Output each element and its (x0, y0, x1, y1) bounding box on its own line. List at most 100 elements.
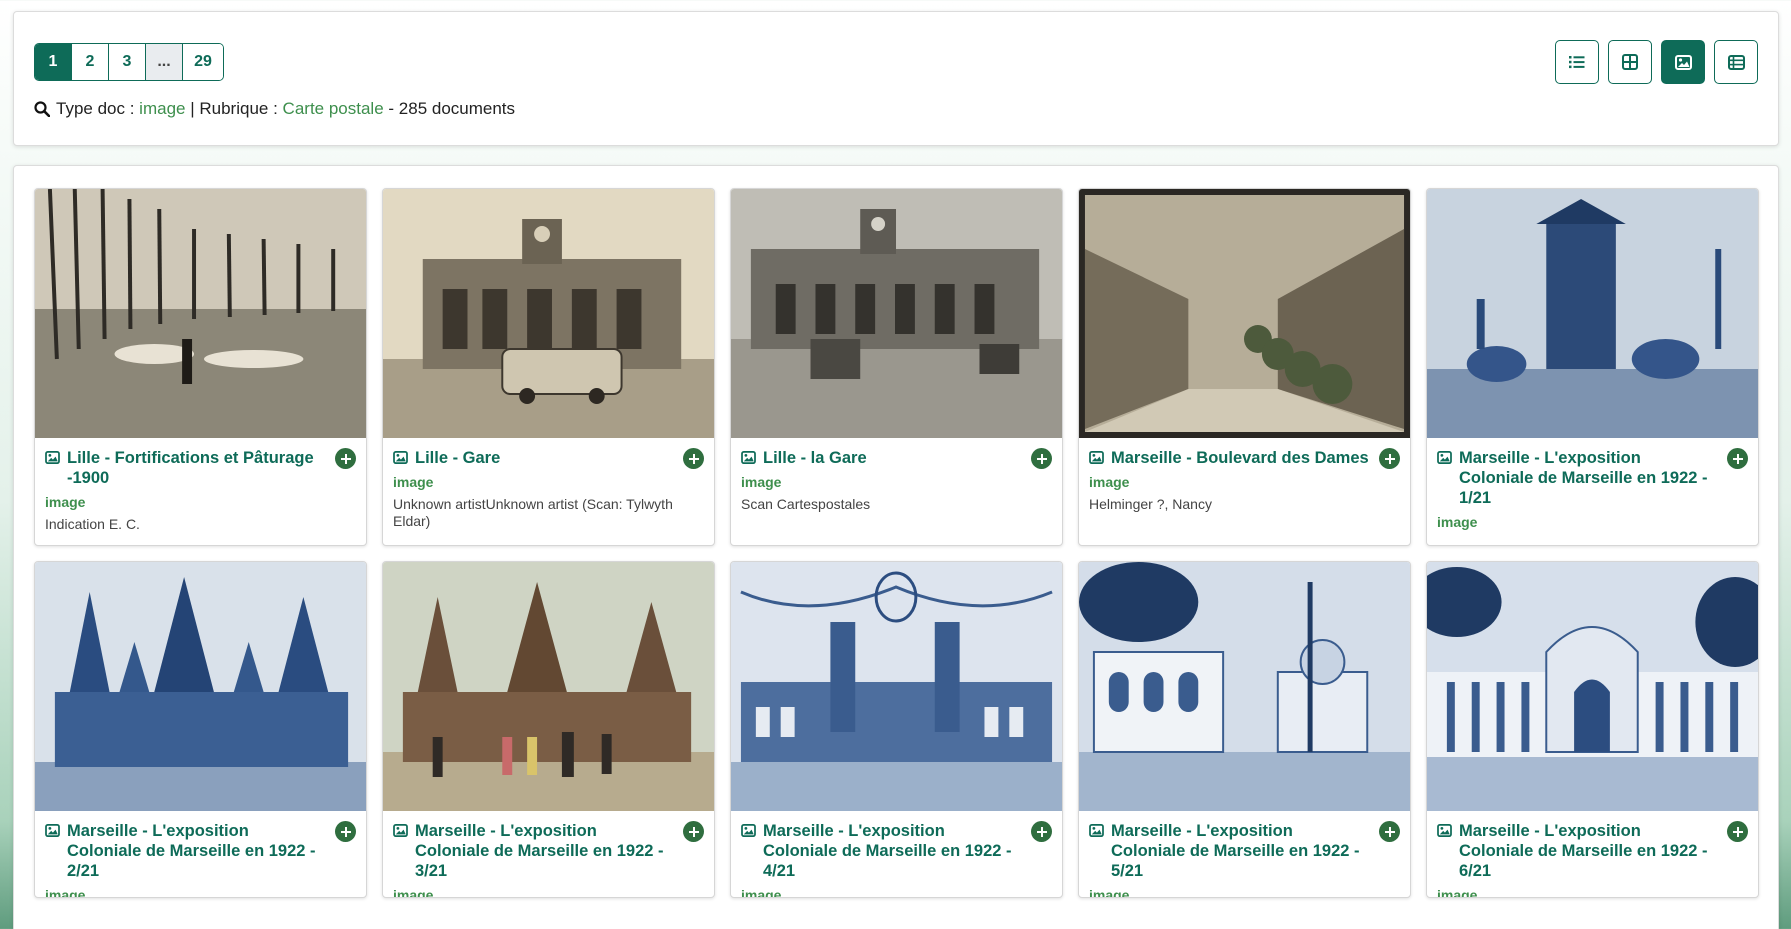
add-to-basket-button[interactable] (1031, 821, 1052, 842)
card-title-link[interactable]: Marseille - Boulevard des Dames (1089, 448, 1398, 468)
image-icon (741, 451, 756, 464)
card-doc-type: image (1089, 887, 1130, 898)
add-to-basket-button[interactable] (335, 821, 356, 842)
search-icon (34, 101, 50, 117)
card-title-link[interactable]: Marseille - L'exposition Coloniale de Ma… (1437, 448, 1746, 508)
result-card: Marseille - L'exposition Coloniale de Ma… (34, 561, 367, 898)
add-to-basket-button[interactable] (1379, 821, 1400, 842)
card-title-text: Lille - la Gare (763, 449, 867, 467)
card-title-text: Marseille - L'exposition Coloniale de Ma… (1459, 449, 1708, 507)
card-body: Marseille - L'exposition Coloniale de Ma… (383, 811, 714, 897)
image-view-button[interactable] (1661, 40, 1705, 84)
add-to-basket-button[interactable] (1727, 448, 1748, 469)
card-doc-type: image (1089, 474, 1130, 490)
plus-icon (340, 453, 351, 464)
card-title-text: Marseille - Boulevard des Dames (1111, 449, 1369, 467)
card-title-link[interactable]: Lille - la Gare (741, 448, 1050, 468)
image-icon (1089, 824, 1104, 837)
postcard-thumbnail[interactable] (1427, 562, 1758, 811)
card-body: Lille - Fortifications et Pâturage -1900… (35, 438, 366, 541)
page-1-button[interactable]: 1 (35, 44, 72, 80)
plus-icon (1036, 453, 1047, 464)
postcard-thumbnail[interactable] (731, 189, 1062, 438)
plus-icon (1732, 453, 1743, 464)
image-icon (741, 824, 756, 837)
plus-icon (1036, 826, 1047, 837)
view-switcher (1555, 40, 1758, 84)
add-to-basket-button[interactable] (1031, 448, 1052, 469)
card-title-link[interactable]: Marseille - L'exposition Coloniale de Ma… (1437, 821, 1746, 881)
postcard-thumbnail[interactable] (1079, 562, 1410, 811)
result-card: Lille - Fortifications et Pâturage -1900… (34, 188, 367, 546)
card-title-text: Marseille - L'exposition Coloniale de Ma… (1459, 822, 1708, 880)
page-29-button[interactable]: 29 (183, 44, 223, 80)
result-card: Lille - Gare image Unknown artistUnknown… (382, 188, 715, 546)
image-icon (393, 824, 408, 837)
card-doc-type: image (45, 494, 86, 510)
plus-icon (1384, 826, 1395, 837)
card-body: Marseille - L'exposition Coloniale de Ma… (1427, 438, 1758, 544)
postcard-thumbnail[interactable] (383, 562, 714, 811)
card-body: Marseille - L'exposition Coloniale de Ma… (731, 811, 1062, 898)
card-doc-type: image (45, 887, 86, 898)
type-doc-label: Type doc : (56, 99, 135, 118)
card-doc-type: image (741, 887, 782, 898)
postcard-thumbnail[interactable] (35, 189, 366, 438)
card-title-text: Marseille - L'exposition Coloniale de Ma… (415, 822, 664, 880)
card-title-link[interactable]: Marseille - L'exposition Coloniale de Ma… (741, 821, 1050, 881)
type-doc-value-link[interactable]: image (139, 99, 185, 119)
result-card: Lille - la Gare image Scan Cartespostale… (730, 188, 1063, 546)
card-author: Helminger ?, Nancy (1089, 496, 1212, 512)
add-to-basket-button[interactable] (1379, 448, 1400, 469)
search-summary: Type doc : image | Rubrique : Carte post… (34, 99, 515, 119)
add-to-basket-button[interactable] (683, 821, 704, 842)
plus-icon (688, 453, 699, 464)
card-doc-type: image (1437, 514, 1478, 530)
card-title-link[interactable]: Marseille - L'exposition Coloniale de Ma… (393, 821, 702, 881)
rubrique-value-link[interactable]: Carte postale (283, 99, 384, 119)
card-doc-type: image (1437, 887, 1478, 898)
postcard-thumbnail[interactable] (731, 562, 1062, 811)
postcard-thumbnail[interactable] (383, 189, 714, 438)
card-author: Scan Cartespostales (741, 496, 871, 512)
card-title-link[interactable]: Marseille - L'exposition Coloniale de Ma… (45, 821, 354, 881)
result-card: Marseille - Boulevard des Dames image He… (1078, 188, 1411, 546)
postcard-thumbnail[interactable] (1079, 189, 1410, 438)
card-body: Marseille - L'exposition Coloniale de Ma… (35, 811, 366, 898)
image-icon (45, 824, 60, 837)
card-title-text: Lille - Gare (415, 449, 501, 467)
plus-icon (1384, 453, 1395, 464)
card-title-link[interactable]: Lille - Fortifications et Pâturage -1900 (45, 448, 354, 488)
postcard-thumbnail[interactable] (1427, 189, 1758, 438)
result-card: Marseille - L'exposition Coloniale de Ma… (1426, 561, 1759, 898)
card-title-link[interactable]: Lille - Gare (393, 448, 702, 468)
image-icon (1437, 824, 1452, 837)
grid-view-button[interactable] (1608, 40, 1652, 84)
postcard-thumbnail[interactable] (35, 562, 366, 811)
grid-icon (1622, 54, 1638, 70)
result-card: Marseille - L'exposition Coloniale de Ma… (382, 561, 715, 898)
card-body: Marseille - L'exposition Coloniale de Ma… (1427, 811, 1758, 898)
add-to-basket-button[interactable] (1727, 821, 1748, 842)
plus-icon (688, 826, 699, 837)
add-to-basket-button[interactable] (335, 448, 356, 469)
add-to-basket-button[interactable] (683, 448, 704, 469)
page-2-button[interactable]: 2 (72, 44, 109, 80)
image-icon (1437, 451, 1452, 464)
plus-icon (1732, 826, 1743, 837)
card-doc-type: image (741, 474, 782, 490)
list-icon (1569, 56, 1585, 69)
card-author: Indication E. C. (45, 516, 140, 532)
page-3-button[interactable]: 3 (109, 44, 146, 80)
page-ellipsis: ... (146, 44, 183, 80)
table-view-button[interactable] (1714, 40, 1758, 84)
list-view-button[interactable] (1555, 40, 1599, 84)
card-body: Marseille - Boulevard des Dames image He… (1079, 438, 1410, 521)
card-title-link[interactable]: Marseille - L'exposition Coloniale de Ma… (1089, 821, 1398, 881)
card-title-text: Marseille - L'exposition Coloniale de Ma… (763, 822, 1012, 880)
card-author: Unknown artistUnknown artist (Scan: Tylw… (393, 496, 673, 529)
card-body: Marseille - L'exposition Coloniale de Ma… (1079, 811, 1410, 898)
results-grid: Lille - Fortifications et Pâturage -1900… (34, 188, 1759, 898)
summary-separator: | (190, 99, 195, 118)
results-panel: Lille - Fortifications et Pâturage -1900… (13, 165, 1779, 929)
